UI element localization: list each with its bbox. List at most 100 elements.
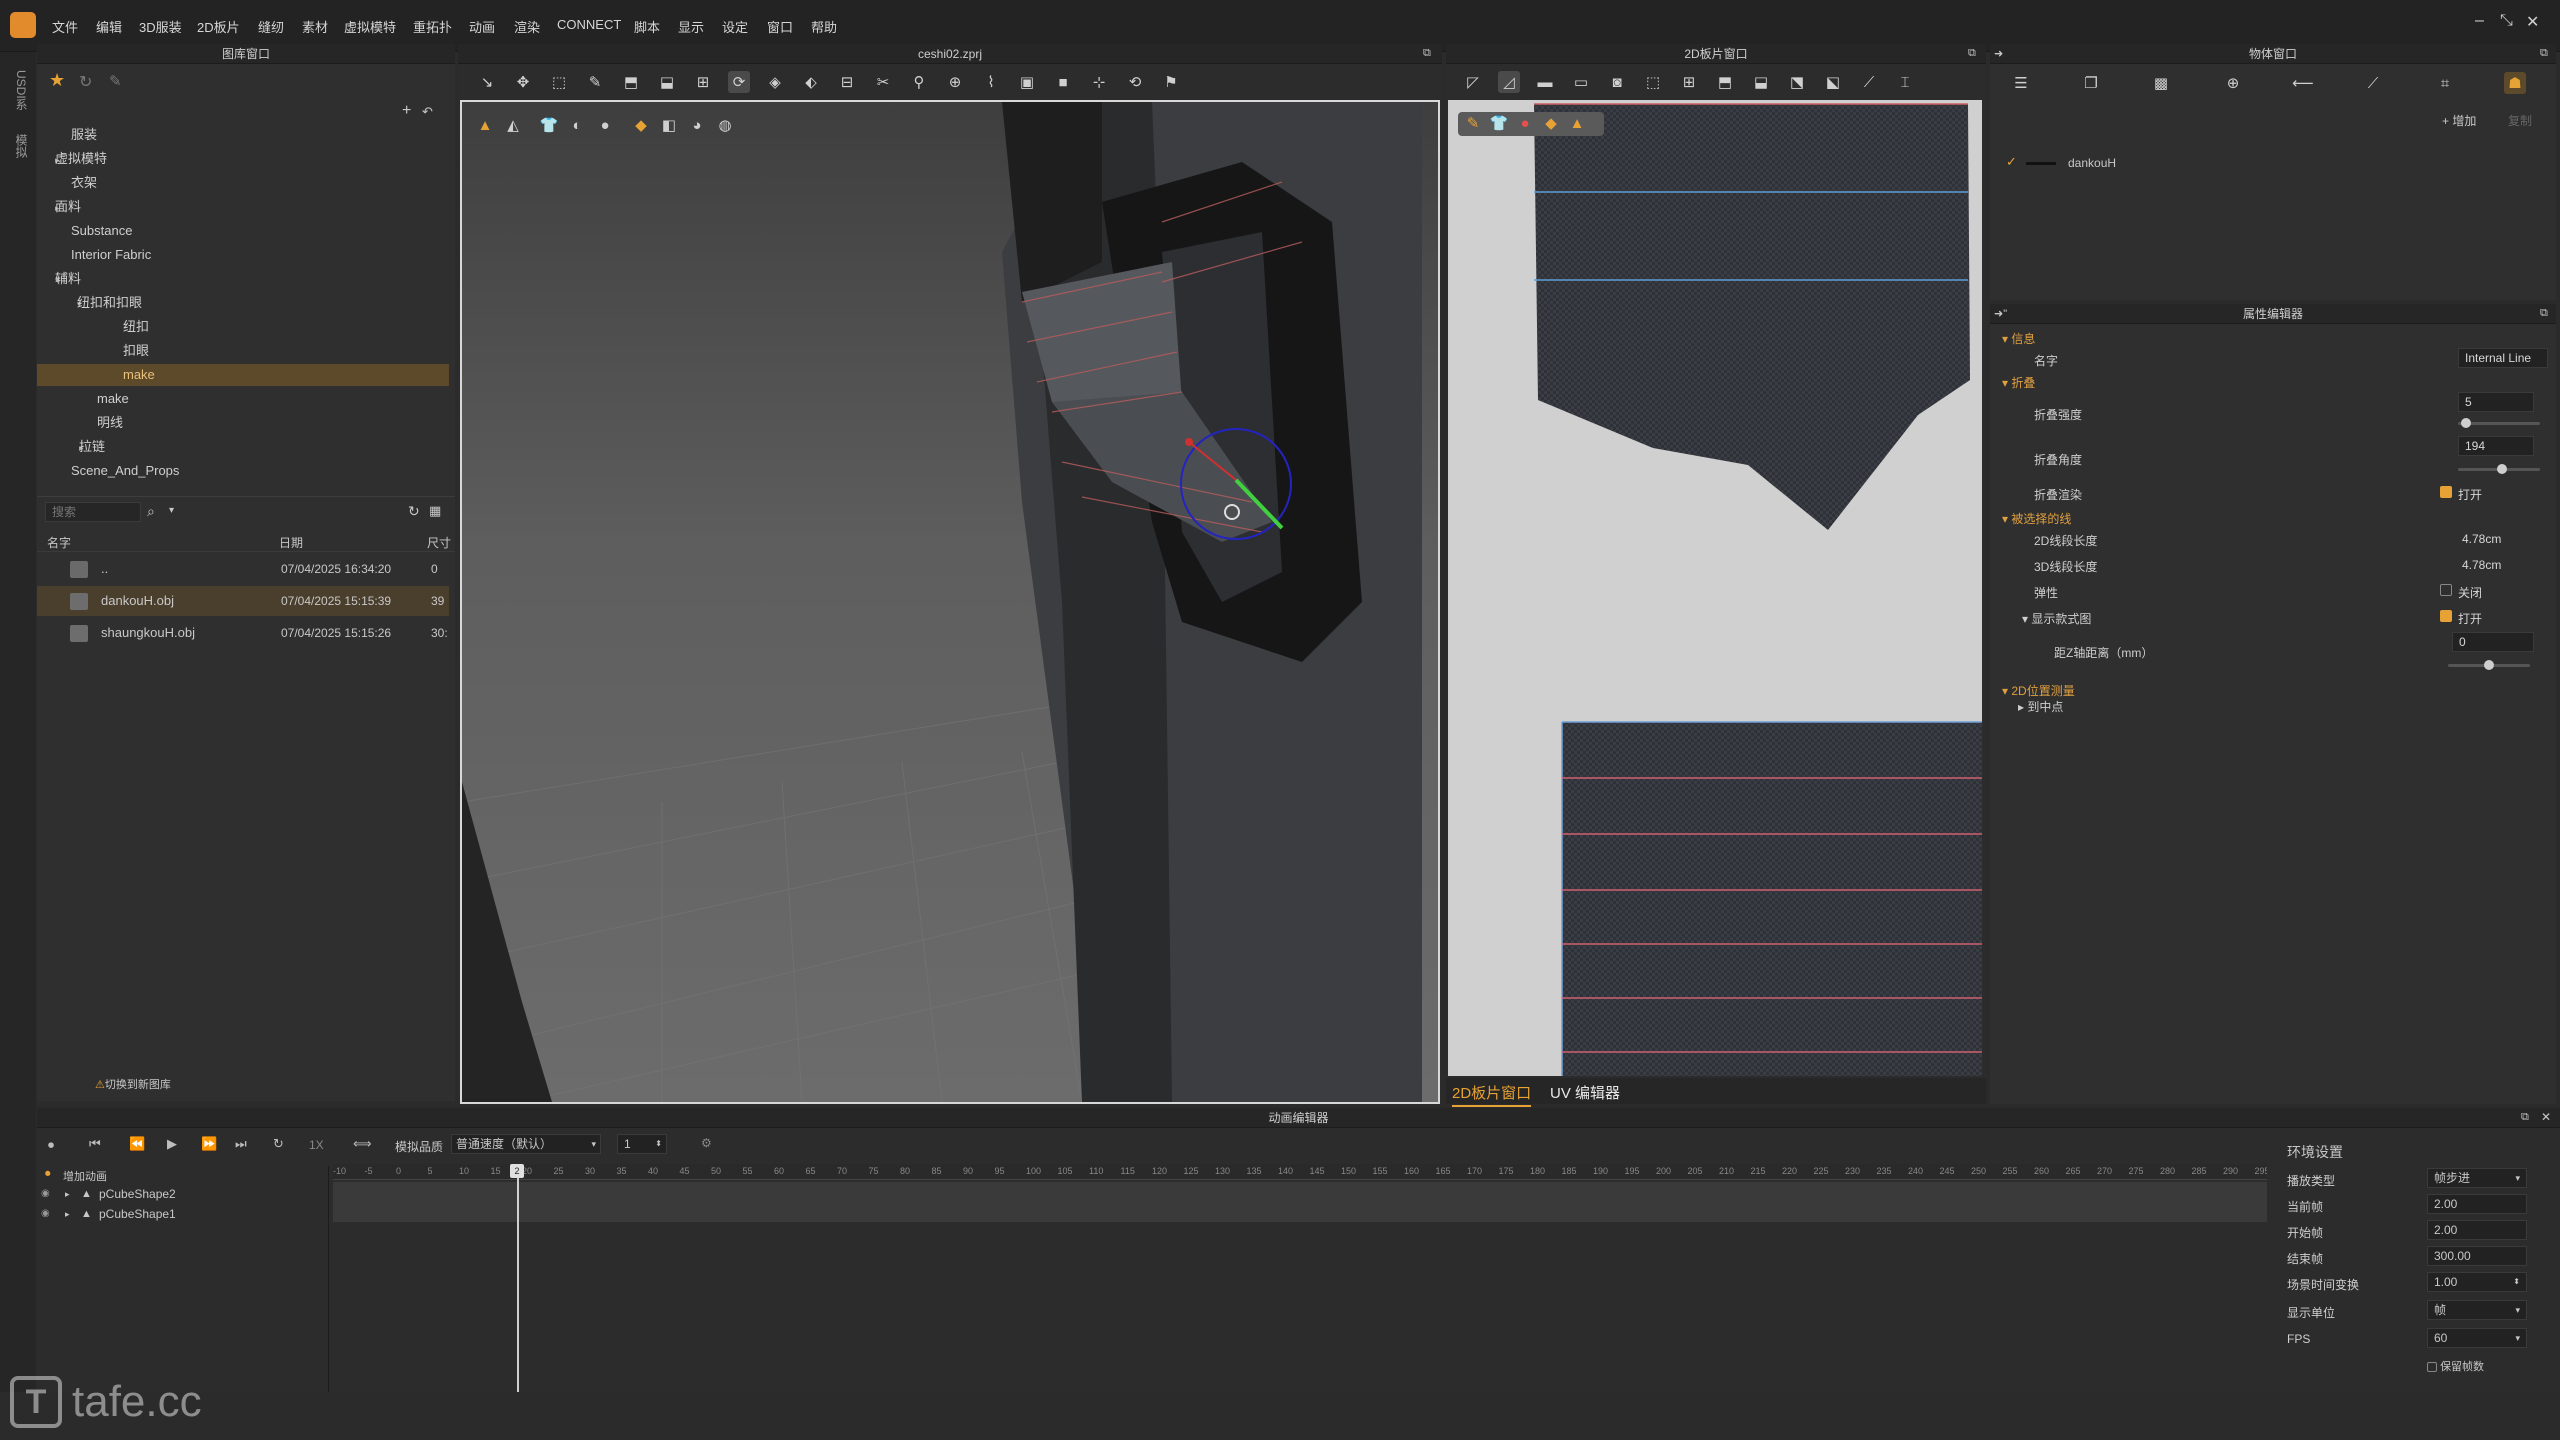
shirt-icon[interactable]: 👕 bbox=[1488, 112, 1510, 134]
menu-window[interactable]: 窗口 bbox=[767, 17, 793, 36]
globe-icon[interactable]: ◍ bbox=[714, 114, 736, 136]
pin-icon[interactable]: ⬓ bbox=[656, 71, 678, 93]
add-anim-icon[interactable]: ⏺ bbox=[45, 1168, 51, 1181]
start-frame-field[interactable]: 2.00 bbox=[2427, 1220, 2527, 1240]
skin-icon[interactable]: ◕ bbox=[686, 114, 708, 136]
chevron-right-icon[interactable]: ▸ bbox=[65, 1184, 70, 1204]
section-2d-measure[interactable]: ▾ 2D位置测量 bbox=[2002, 682, 2075, 699]
collapse-icon[interactable]: ➜ bbox=[1994, 47, 2003, 60]
timeline-ruler[interactable]: -10 -5 0 5 10 15 20 25 30 35 40 45 50 55 60 65 70 75 80 85 9… bbox=[333, 1164, 2267, 1180]
show-style-label[interactable]: ▾ 显示款式图 bbox=[2022, 610, 2091, 627]
pencil-icon[interactable]: ✎ bbox=[1462, 112, 1484, 134]
playhead[interactable] bbox=[517, 1164, 519, 1392]
float-window-icon[interactable]: ⧉ bbox=[1968, 47, 1976, 60]
tab-2d-pattern[interactable]: 2D板片窗口 bbox=[1452, 1082, 1532, 1107]
skip-end-icon[interactable]: ⏭ bbox=[235, 1136, 247, 1152]
tree-item[interactable]: ▾辅料 bbox=[37, 268, 455, 290]
record-icon[interactable]: ⏺ bbox=[41, 1136, 61, 1154]
tree-item[interactable]: Interior Fabric bbox=[37, 244, 455, 266]
fold-icon[interactable]: ⬒ bbox=[620, 71, 642, 93]
tree-item[interactable]: 纽扣 bbox=[37, 316, 455, 338]
current-frame-field[interactable]: 2.00 bbox=[2427, 1194, 2527, 1214]
menu-script[interactable]: 脚本 bbox=[634, 17, 660, 36]
tree-item[interactable]: ▸面料 bbox=[37, 196, 455, 218]
grid-tool-icon[interactable]: ⊟ bbox=[836, 71, 858, 93]
slider-knob[interactable] bbox=[2497, 464, 2508, 474]
tree-item[interactable]: 明线 bbox=[37, 412, 455, 434]
chevron-right-icon[interactable]: ▸ bbox=[65, 1204, 70, 1224]
fabric-icon[interactable]: ◧ bbox=[658, 114, 680, 136]
show-style-checkbox[interactable] bbox=[2440, 610, 2452, 622]
track-row[interactable]: ◉ ▸ ▲ pCubeShape1 bbox=[37, 1204, 329, 1224]
menu-retopology[interactable]: 重拓扑 bbox=[413, 17, 452, 36]
pattern-select-icon[interactable]: ◸ bbox=[1462, 71, 1484, 93]
slider-knob[interactable] bbox=[2461, 418, 2472, 428]
side-tab-usd[interactable]: USDI系 bbox=[6, 70, 30, 111]
column-name[interactable]: 名字 bbox=[47, 534, 71, 551]
viewport-3d-canvas[interactable]: ▲ ◭ 👕 ◐ ● ◆ ◧ ◕ ◍ bbox=[460, 100, 1440, 1104]
play-icon[interactable]: ▶ bbox=[167, 1136, 177, 1152]
name-field[interactable]: Internal Line bbox=[2458, 348, 2548, 368]
range-icon[interactable]: ⟺ bbox=[353, 1136, 372, 1152]
side-tab-sim[interactable]: 模拟 bbox=[6, 134, 30, 158]
section-info[interactable]: ▾ 信息 bbox=[2002, 330, 2035, 347]
shield-icon[interactable]: ◆ bbox=[1540, 112, 1562, 134]
solid-box-icon[interactable]: ■ bbox=[1052, 71, 1074, 93]
topstitch-icon[interactable]: ⟋ bbox=[2362, 72, 2384, 94]
free-sew-icon[interactable]: ⬔ bbox=[1786, 71, 1808, 93]
z-offset-field[interactable]: 0 bbox=[2452, 632, 2534, 652]
slider-knob[interactable] bbox=[2484, 660, 2494, 670]
fold-angle-slider[interactable] bbox=[2458, 464, 2540, 474]
gizmo-icon[interactable]: ⊹ bbox=[1088, 71, 1110, 93]
minimize-icon[interactable]: – bbox=[2475, 12, 2484, 30]
trim-obj-icon[interactable]: ☗ bbox=[2504, 72, 2526, 94]
eye-icon[interactable]: ◉ bbox=[41, 1204, 50, 1224]
link-icon[interactable]: ✎ bbox=[109, 72, 122, 90]
display-unit-dropdown[interactable]: 帧 ▾ bbox=[2427, 1300, 2527, 1320]
tree-item[interactable]: 衣架 bbox=[37, 172, 455, 194]
fold-strength-field[interactable]: 5 bbox=[2458, 392, 2534, 412]
avatar-pose-icon[interactable]: ⚑ bbox=[1160, 71, 1182, 93]
float-window-icon[interactable]: ⧉ bbox=[2540, 47, 2548, 60]
tree-item[interactable]: ▾纽扣和扣眼 bbox=[37, 292, 455, 314]
file-row[interactable]: .. 07/04/2025 16:34:20 0 bbox=[37, 554, 455, 584]
step-spinner[interactable]: 1 ⬍ bbox=[617, 1134, 667, 1154]
list-icon[interactable]: ☰ bbox=[2010, 72, 2032, 94]
float-window-icon[interactable]: ⧉ bbox=[2540, 307, 2548, 320]
avatar-icon[interactable]: ● bbox=[594, 114, 616, 136]
menu-animation[interactable]: 动画 bbox=[469, 17, 495, 36]
hanger-icon[interactable]: ◭ bbox=[502, 114, 524, 136]
move-icon[interactable]: ✥ bbox=[512, 71, 534, 93]
timeline-track-area[interactable] bbox=[333, 1182, 2267, 1222]
menu-edit[interactable]: 编辑 bbox=[96, 17, 122, 36]
add-animation-button[interactable]: 增加动画 bbox=[63, 1168, 107, 1184]
timeline[interactable]: -10 -5 0 5 10 15 20 25 30 35 40 45 50 55 60 65 70 75 80 85 9… bbox=[333, 1164, 2267, 1392]
chevron-down-icon[interactable]: ▾ bbox=[169, 505, 174, 516]
float-window-icon[interactable]: ⧉ bbox=[2521, 1111, 2529, 1124]
measure-icon[interactable]: ⊕ bbox=[944, 71, 966, 93]
buttonhole-icon[interactable]: ⬖ bbox=[800, 71, 822, 93]
segment-icon[interactable]: ⬒ bbox=[1714, 71, 1736, 93]
tree-item[interactable]: 服装 bbox=[37, 124, 455, 146]
step-forward-icon[interactable]: ⏩ bbox=[201, 1136, 217, 1152]
trim-icon[interactable]: ⬕ bbox=[1822, 71, 1844, 93]
to-midpoint-row[interactable]: ▸ 到中点 bbox=[2018, 698, 2063, 715]
internal-polygon-icon[interactable]: ◙ bbox=[1606, 71, 1628, 93]
tree-item[interactable]: Substance bbox=[37, 220, 455, 242]
check-icon[interactable]: ✓ bbox=[2006, 154, 2017, 170]
select-icon[interactable]: ↘ bbox=[476, 71, 498, 93]
tree-item[interactable]: ▸虚拟模特 bbox=[37, 148, 455, 170]
hanger-display-icon[interactable]: ▲ bbox=[1566, 112, 1588, 134]
playhead-frame-marker[interactable]: 2 bbox=[510, 1164, 524, 1178]
menu-2d-pattern[interactable]: 2D板片 bbox=[197, 17, 240, 36]
zipper-icon[interactable]: ⌇ bbox=[980, 71, 1002, 93]
skip-start-icon[interactable]: ⏮ bbox=[89, 1136, 101, 1152]
tree-item-selected[interactable]: make bbox=[37, 364, 449, 386]
menu-render[interactable]: 渲染 bbox=[514, 17, 540, 36]
arrange-icon[interactable]: ⊞ bbox=[692, 71, 714, 93]
add-object-button[interactable]: + 增加 bbox=[2442, 112, 2476, 129]
menu-display[interactable]: 显示 bbox=[678, 17, 704, 36]
switch-library-link[interactable]: ⚠切换到新图库 bbox=[95, 1076, 171, 1092]
fold-render-checkbox[interactable] bbox=[2440, 486, 2452, 498]
fold-arrange-icon[interactable]: ⟳ bbox=[728, 71, 750, 93]
